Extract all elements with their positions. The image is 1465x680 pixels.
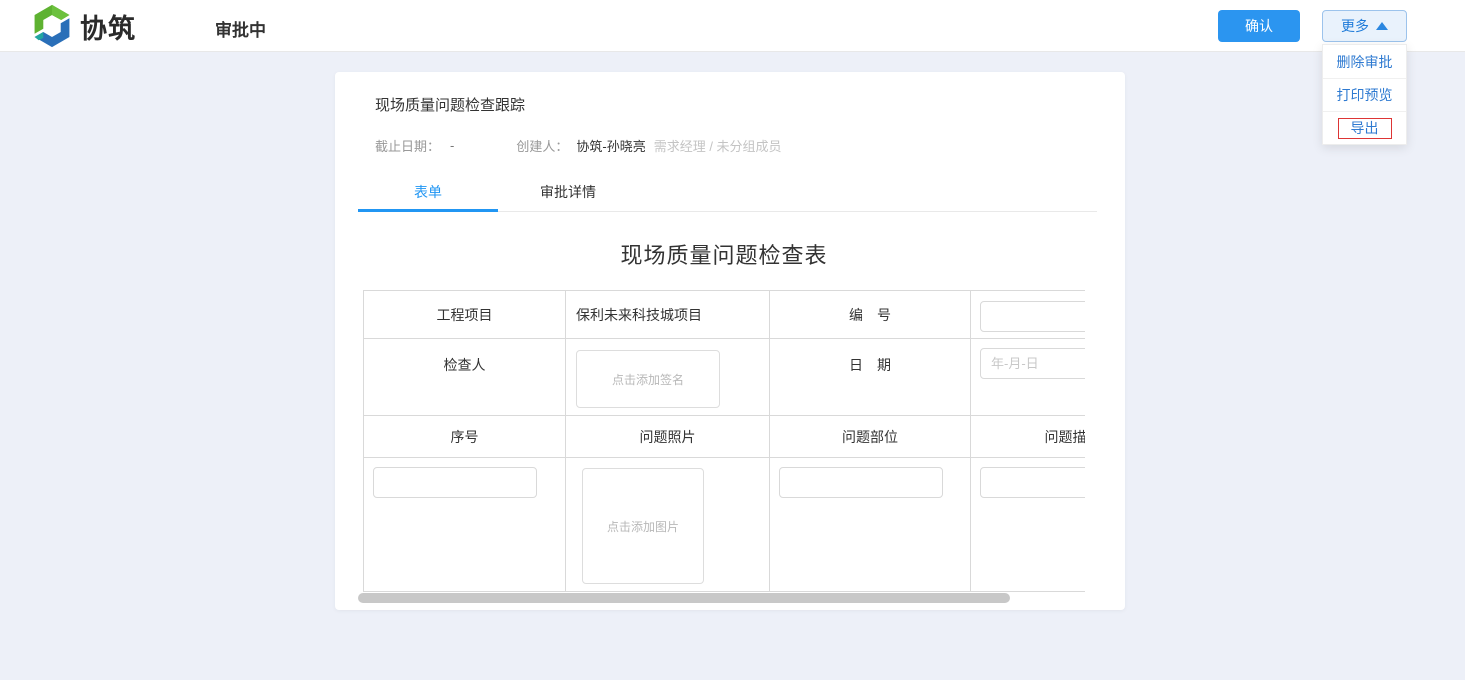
photo-cell: 点击添加图片	[566, 458, 770, 592]
more-button-label: 更多	[1341, 16, 1369, 36]
app-logo: 协筑	[30, 4, 136, 48]
deadline-label: 截止日期：	[375, 136, 440, 155]
tab-approval-detail[interactable]: 审批详情	[498, 176, 638, 212]
location-input[interactable]	[779, 467, 943, 498]
menu-item-delete-approval[interactable]: 删除审批	[1323, 45, 1406, 78]
creator-label: 创建人：	[516, 136, 568, 155]
menu-item-export[interactable]: 导出	[1323, 111, 1406, 144]
horizontal-scrollbar-thumb[interactable]	[358, 593, 1010, 603]
creator-name: 协筑-孙晓亮	[576, 136, 645, 155]
header-cell-location: 问题部位	[770, 416, 971, 458]
description-cell	[971, 458, 1086, 592]
approval-card: 现场质量问题检查跟踪 截止日期： - 创建人： 协筑-孙晓亮 需求经理 / 未分…	[335, 72, 1125, 610]
confirm-button[interactable]: 确认	[1218, 10, 1300, 42]
menu-item-delete-approval-label: 删除审批	[1337, 52, 1393, 72]
meta-row: 截止日期： - 创建人： 协筑-孙晓亮 需求经理 / 未分组成员	[375, 136, 782, 155]
tab-form[interactable]: 表单	[358, 176, 498, 212]
date-input[interactable]	[980, 348, 1085, 379]
top-bar: 协筑 审批中 确认 更多	[0, 0, 1465, 52]
more-button[interactable]: 更多	[1322, 10, 1407, 42]
project-value-cell: 保利未来科技城项目	[566, 291, 770, 339]
form-title: 现场质量问题检查表	[363, 238, 1085, 270]
location-cell	[770, 458, 971, 592]
date-label-cell: 日 期	[770, 339, 971, 416]
number-cell	[971, 291, 1086, 339]
inspector-label-cell: 检查人	[364, 339, 566, 416]
project-label-cell: 工程项目	[364, 291, 566, 339]
creator-role: 需求经理 / 未分组成员	[654, 136, 782, 155]
signature-cell: 点击添加签名	[566, 339, 770, 416]
serial-input[interactable]	[373, 467, 537, 498]
number-label-cell: 编 号	[770, 291, 971, 339]
photo-upload-box[interactable]: 点击添加图片	[582, 468, 704, 584]
signature-upload-box[interactable]: 点击添加签名	[576, 350, 720, 408]
header-cell-description: 问题描述	[971, 416, 1086, 458]
deadline-value: -	[450, 138, 454, 153]
description-input[interactable]	[980, 467, 1085, 498]
form-table-viewport: 工程项目 保利未来科技城项目 编 号 检查人 点击添加签名 日 期 序号 问	[363, 290, 1085, 592]
menu-item-print-preview-label: 打印预览	[1337, 85, 1393, 105]
date-cell	[971, 339, 1086, 416]
page-title: 审批中	[215, 16, 266, 41]
card-title: 现场质量问题检查跟踪	[375, 94, 525, 115]
export-highlight-box: 导出	[1338, 118, 1392, 139]
serial-cell	[364, 458, 566, 592]
logo-text: 协筑	[80, 7, 136, 46]
more-dropdown-menu: 删除审批 打印预览 导出	[1322, 44, 1407, 145]
form-table: 工程项目 保利未来科技城项目 编 号 检查人 点击添加签名 日 期 序号 问	[363, 290, 1085, 592]
number-input[interactable]	[980, 301, 1085, 332]
header-cell-photo: 问题照片	[566, 416, 770, 458]
tab-bar: 表单 审批详情	[358, 176, 1097, 212]
chevron-up-icon	[1376, 22, 1388, 30]
menu-item-print-preview[interactable]: 打印预览	[1323, 78, 1406, 111]
logo-icon	[30, 4, 74, 48]
header-cell-serial: 序号	[364, 416, 566, 458]
